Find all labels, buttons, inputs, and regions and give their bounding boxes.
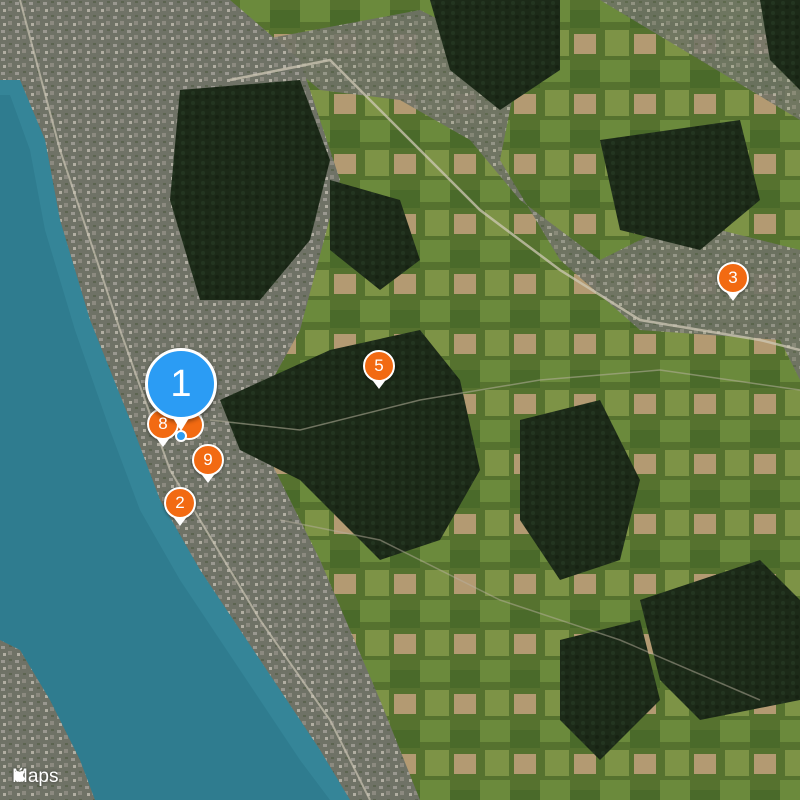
map-marker-5[interactable]: 5 xyxy=(363,350,395,389)
satellite-imagery xyxy=(0,0,800,800)
current-location-dot xyxy=(175,430,187,442)
maps-attribution[interactable]: Maps xyxy=(12,766,58,788)
map-marker-1-selected[interactable]: 1 xyxy=(145,348,217,431)
apple-logo-icon xyxy=(13,767,26,782)
map-marker-9[interactable]: 9 xyxy=(192,444,224,483)
map-marker-2[interactable]: 2 xyxy=(164,487,196,526)
satellite-map[interactable]: 8 9 2 5 3 1 Maps xyxy=(0,0,800,800)
map-marker-3[interactable]: 3 xyxy=(717,262,749,301)
